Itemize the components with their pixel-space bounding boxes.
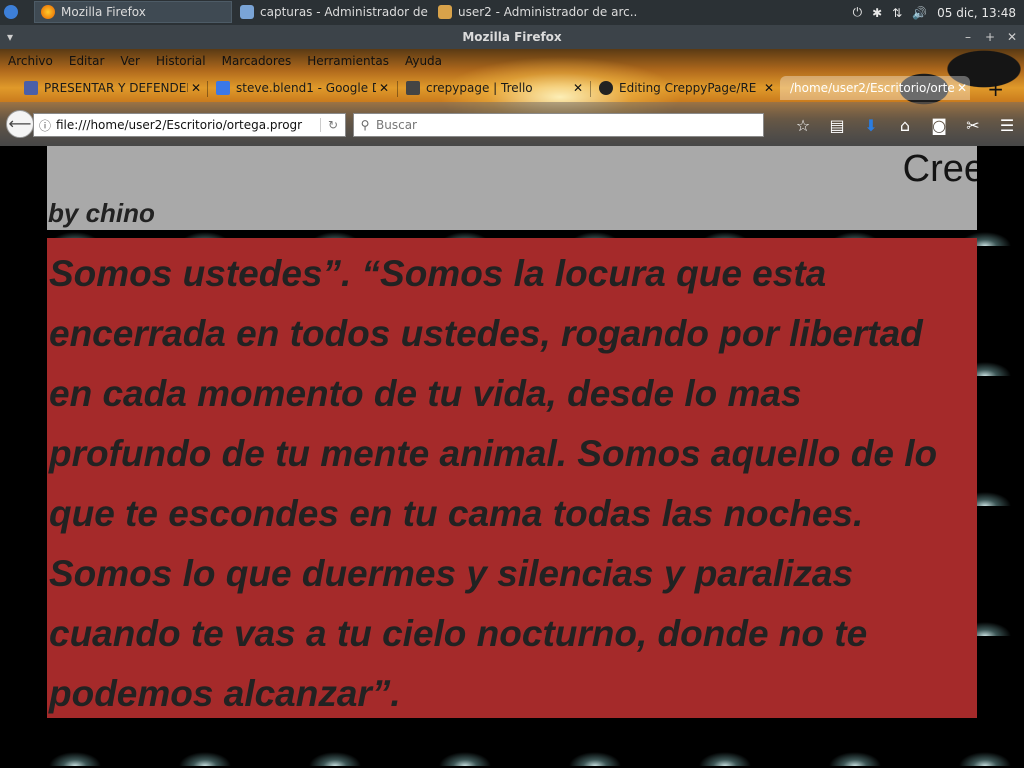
close-icon[interactable]: ✕	[1002, 25, 1022, 49]
minimize-icon[interactable]: –	[958, 25, 978, 49]
tab-separator	[207, 81, 208, 97]
menu-ayuda[interactable]: Ayuda	[397, 54, 450, 68]
pocket-icon[interactable]: ◙	[922, 116, 956, 135]
tab-close-icon[interactable]: ✕	[761, 81, 777, 95]
menu-archivo[interactable]: Archivo	[0, 54, 61, 68]
tab-google-docs[interactable]: steve.blend1 - Google D ✕	[210, 76, 392, 100]
home-icon[interactable]: ⌂	[888, 116, 922, 135]
download-icon[interactable]: ⬇	[854, 116, 888, 135]
browser-chrome: Archivo Editar Ver Historial Marcadores …	[0, 49, 1024, 146]
tab-close-icon[interactable]: ✕	[376, 81, 392, 95]
toolbar-icons: ☆ ▤ ⬇ ⌂ ◙ ✂ ☰	[786, 112, 1024, 138]
page-title: Cree	[902, 148, 977, 190]
trello-icon	[406, 81, 420, 95]
home-folder-icon	[438, 5, 452, 19]
contacts-favicon-icon	[24, 81, 38, 95]
taskbar-task-label: capturas - Administrador de ...	[260, 5, 430, 19]
url-bar[interactable]: ⓘ file:///home/user2/Escritorio/ortega.p…	[33, 113, 346, 137]
maximize-icon[interactable]: +	[980, 25, 1000, 49]
network-icon[interactable]: ⇅	[892, 6, 902, 20]
page-content: Cree by chino Somos ustedes”. “Somos la …	[0, 146, 1024, 768]
bookmarks-list-icon[interactable]: ▤	[820, 116, 854, 135]
clock[interactable]: 05 dic, 13:48	[937, 6, 1016, 20]
info-icon[interactable]: ⓘ	[34, 117, 56, 134]
navigation-bar: ⟵ ⓘ file:///home/user2/Escritorio/ortega…	[0, 102, 1024, 146]
bookmark-star-icon[interactable]: ☆	[786, 116, 820, 135]
menu-ver[interactable]: Ver	[112, 54, 148, 68]
taskbar-task-label: user2 - Administrador de arc...	[458, 5, 638, 19]
github-icon	[599, 81, 613, 95]
tab-label: steve.blend1 - Google D	[236, 81, 376, 95]
tab-local-file[interactable]: /home/user2/Escritorio/orte ✕	[780, 76, 970, 100]
tab-github[interactable]: Editing CreppyPage/RE ✕	[593, 76, 777, 100]
url-text[interactable]: file:///home/user2/Escritorio/ortega.pro…	[56, 118, 320, 132]
taskbar-task-user2[interactable]: user2 - Administrador de arc...	[432, 1, 638, 23]
bluetooth-icon[interactable]: ✱	[872, 6, 882, 20]
window-menu-icon[interactable]: ▾	[0, 25, 20, 49]
taskbar-task-label: Mozilla Firefox	[61, 5, 146, 19]
tab-close-icon[interactable]: ✕	[954, 81, 970, 95]
taskbar-task-capturas[interactable]: capturas - Administrador de ...	[234, 1, 430, 23]
menu-herramientas[interactable]: Herramientas	[299, 54, 397, 68]
firefox-icon	[41, 5, 55, 19]
new-tab-icon[interactable]: +	[987, 77, 1004, 101]
story-text: Somos ustedes”. “Somos la locura que est…	[49, 253, 938, 714]
screenshot-icon[interactable]: ✂	[956, 116, 990, 135]
tab-trello[interactable]: crepypage | Trello ✕	[400, 76, 586, 100]
reload-icon[interactable]: ↻	[320, 118, 345, 132]
back-arrow-icon[interactable]: ⟵	[6, 110, 34, 138]
tab-presentar[interactable]: PRESENTAR Y DEFENDER ✕	[18, 76, 204, 100]
window-titlebar: ▾ Mozilla Firefox – + ✕	[0, 25, 1024, 49]
search-bar[interactable]: ⚲ Buscar	[353, 113, 764, 137]
menu-marcadores[interactable]: Marcadores	[214, 54, 300, 68]
taskbar-task-firefox[interactable]: Mozilla Firefox	[34, 1, 232, 23]
byline: by chino	[48, 198, 155, 228]
power-plug-icon[interactable]: ⏻	[853, 5, 863, 20]
hamburger-menu-icon[interactable]: ☰	[990, 116, 1024, 135]
tab-separator	[590, 81, 591, 97]
taskbar: Mozilla Firefox capturas - Administrador…	[0, 0, 1024, 25]
menu-historial[interactable]: Historial	[148, 54, 214, 68]
tab-label: /home/user2/Escritorio/orte	[790, 81, 954, 95]
google-docs-icon	[216, 81, 230, 95]
tab-label: Editing CreppyPage/RE	[619, 81, 757, 95]
tab-label: PRESENTAR Y DEFENDER	[44, 81, 188, 95]
search-icon: ⚲	[360, 118, 370, 132]
tab-separator	[397, 81, 398, 97]
menu-editar[interactable]: Editar	[61, 54, 113, 68]
story-panel: Somos ustedes”. “Somos la locura que est…	[47, 238, 977, 718]
tab-bar: PRESENTAR Y DEFENDER ✕ steve.blend1 - Go…	[0, 74, 1024, 101]
window-title: Mozilla Firefox	[462, 30, 562, 44]
system-tray: ⏻ ✱ ⇅ 🔊 05 dic, 13:48	[853, 0, 1024, 25]
page-header: Cree by chino	[47, 146, 977, 230]
tab-label: crepypage | Trello	[426, 81, 533, 95]
xfce-menu-icon[interactable]	[4, 5, 18, 19]
folder-icon	[240, 5, 254, 19]
tab-close-icon[interactable]: ✕	[188, 81, 204, 95]
tab-close-icon[interactable]: ✕	[570, 81, 586, 95]
volume-icon[interactable]: 🔊	[912, 6, 927, 20]
search-placeholder[interactable]: Buscar	[376, 118, 417, 132]
menu-bar: Archivo Editar Ver Historial Marcadores …	[0, 49, 450, 73]
